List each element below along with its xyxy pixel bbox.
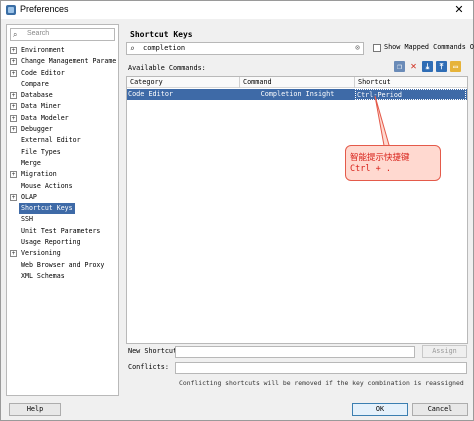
app-icon (6, 5, 16, 15)
nav-item[interactable]: + Code Editor (9, 68, 118, 79)
annotation-callout: 智能提示快捷键 Ctrl + . (345, 145, 441, 181)
nav-item[interactable]: External Editor (9, 135, 118, 146)
nav-item[interactable]: + Database (9, 90, 118, 101)
close-button[interactable]: ✕ (449, 2, 469, 18)
title-bar: Preferences ✕ (1, 1, 473, 19)
nav-item[interactable]: File Types (9, 147, 118, 158)
folder-icon[interactable]: ▭ (450, 61, 461, 72)
expand-icon[interactable]: + (10, 58, 17, 66)
nav-item-label: Migration (21, 170, 57, 179)
nav-search-input[interactable]: ⌕ Search (10, 28, 115, 41)
show-mapped-label: Show Mapped Commands Only (384, 43, 474, 51)
nav-item[interactable]: Compare (9, 79, 118, 90)
nav-item-label: Web Browser and Proxy (21, 260, 105, 269)
help-button[interactable]: Help (9, 403, 61, 416)
window-title: Preferences (20, 4, 69, 14)
nav-item-label: Versioning (21, 249, 61, 258)
nav-item[interactable]: Shortcut Keys (9, 203, 118, 215)
callout-line-2: Ctrl + . (350, 164, 391, 174)
preferences-window: Preferences ✕ ⌕ Search + Environment + Chan… (0, 0, 474, 421)
cancel-button[interactable]: Cancel (412, 403, 468, 416)
nav-item[interactable]: Unit Test Parameters (9, 226, 118, 237)
command-search-input[interactable]: ⌕ completion ⊗ (126, 42, 364, 55)
expand-icon[interactable]: + (10, 126, 17, 134)
conflicts-label: Conflicts: (128, 363, 169, 371)
expand-icon[interactable]: + (10, 92, 17, 100)
duplicate-icon[interactable]: ❐ (394, 61, 405, 72)
ok-button[interactable]: OK (352, 403, 408, 416)
assign-button[interactable]: Assign (422, 345, 467, 358)
nav-item[interactable]: + Migration (9, 169, 118, 180)
search-icon: ⌕ (13, 30, 18, 39)
nav-item-label: Database (21, 91, 53, 100)
nav-item-label: Data Modeler (21, 113, 69, 122)
available-commands-label: Available Commands: (128, 64, 206, 72)
expand-icon[interactable]: + (10, 171, 17, 179)
dialog-button-bar: Help OK Cancel (1, 401, 473, 420)
commands-table: Category Command Shortcut Code Editor Co… (126, 76, 468, 344)
conflicts-field (175, 362, 467, 374)
callout-line-1: 智能提示快捷键 (350, 153, 410, 163)
nav-item-label: SSH (21, 215, 33, 224)
expand-icon[interactable]: + (10, 250, 17, 258)
nav-item[interactable]: + Data Miner (9, 101, 118, 112)
expand-icon[interactable]: + (10, 114, 17, 122)
expand-icon[interactable]: + (10, 47, 17, 54)
new-shortcut-input[interactable] (175, 346, 415, 358)
nav-item[interactable]: SSH (9, 214, 118, 225)
show-mapped-checkbox[interactable] (373, 44, 381, 52)
page-title: Shortcut Keys (130, 30, 193, 39)
nav-item-label: Shortcut Keys (19, 203, 75, 215)
shortcut-keys-panel: Shortcut Keys ⌕ completion ⊗ Show Mapped… (122, 24, 474, 396)
nav-item-label: Compare (21, 79, 49, 88)
nav-search-placeholder: Search (27, 30, 50, 37)
clear-search-icon[interactable]: ⊗ (355, 43, 360, 52)
new-shortcut-label: New Shortcut: (128, 347, 182, 355)
search-icon: ⌕ (130, 44, 135, 53)
nav-item[interactable]: XML Schemas (9, 271, 118, 282)
nav-item[interactable]: Web Browser and Proxy (9, 260, 118, 271)
nav-item[interactable]: + Environment (9, 45, 118, 56)
nav-item-label: Merge (21, 158, 41, 167)
nav-item-label: Environment (21, 46, 65, 54)
nav-item-label: Mouse Actions (21, 181, 73, 190)
import-icon[interactable]: ⤓ (422, 61, 433, 72)
nav-item[interactable]: + Change Management Parame (9, 56, 118, 67)
nav-item-label: Usage Reporting (21, 238, 81, 247)
nav-item-label: Data Miner (21, 102, 61, 111)
nav-item[interactable]: + Data Modeler (9, 113, 118, 124)
nav-item-label: Unit Test Parameters (21, 226, 101, 235)
expand-icon[interactable]: + (10, 193, 17, 201)
nav-item-label: Code Editor (21, 68, 65, 77)
command-search-value: completion (143, 44, 186, 52)
nav-item-label: XML Schemas (21, 271, 65, 280)
nav-item[interactable]: + Versioning (9, 248, 118, 259)
nav-item[interactable]: Mouse Actions (9, 181, 118, 192)
preferences-tree: + Environment + Change Management Parame + Co… (9, 45, 118, 282)
nav-item-label: External Editor (21, 136, 81, 145)
delete-icon[interactable]: ✕ (408, 61, 419, 72)
nav-item-label: Change Management Parame (21, 57, 117, 66)
conflict-note: Conflicting shortcuts will be removed if… (179, 379, 464, 387)
expand-icon[interactable]: + (10, 103, 17, 111)
nav-item[interactable]: Usage Reporting (9, 237, 118, 248)
nav-item[interactable]: Merge (9, 158, 118, 169)
nav-item[interactable]: + OLAP (9, 192, 118, 203)
nav-item[interactable]: + Debugger (9, 124, 118, 135)
preferences-nav-pane: ⌕ Search + Environment + Change Management … (6, 24, 119, 396)
nav-item-label: OLAP (21, 192, 37, 201)
expand-icon[interactable]: + (10, 69, 17, 77)
nav-item-label: File Types (21, 147, 61, 156)
nav-item-label: Debugger (21, 125, 53, 134)
export-icon[interactable]: ⤒ (436, 61, 447, 72)
